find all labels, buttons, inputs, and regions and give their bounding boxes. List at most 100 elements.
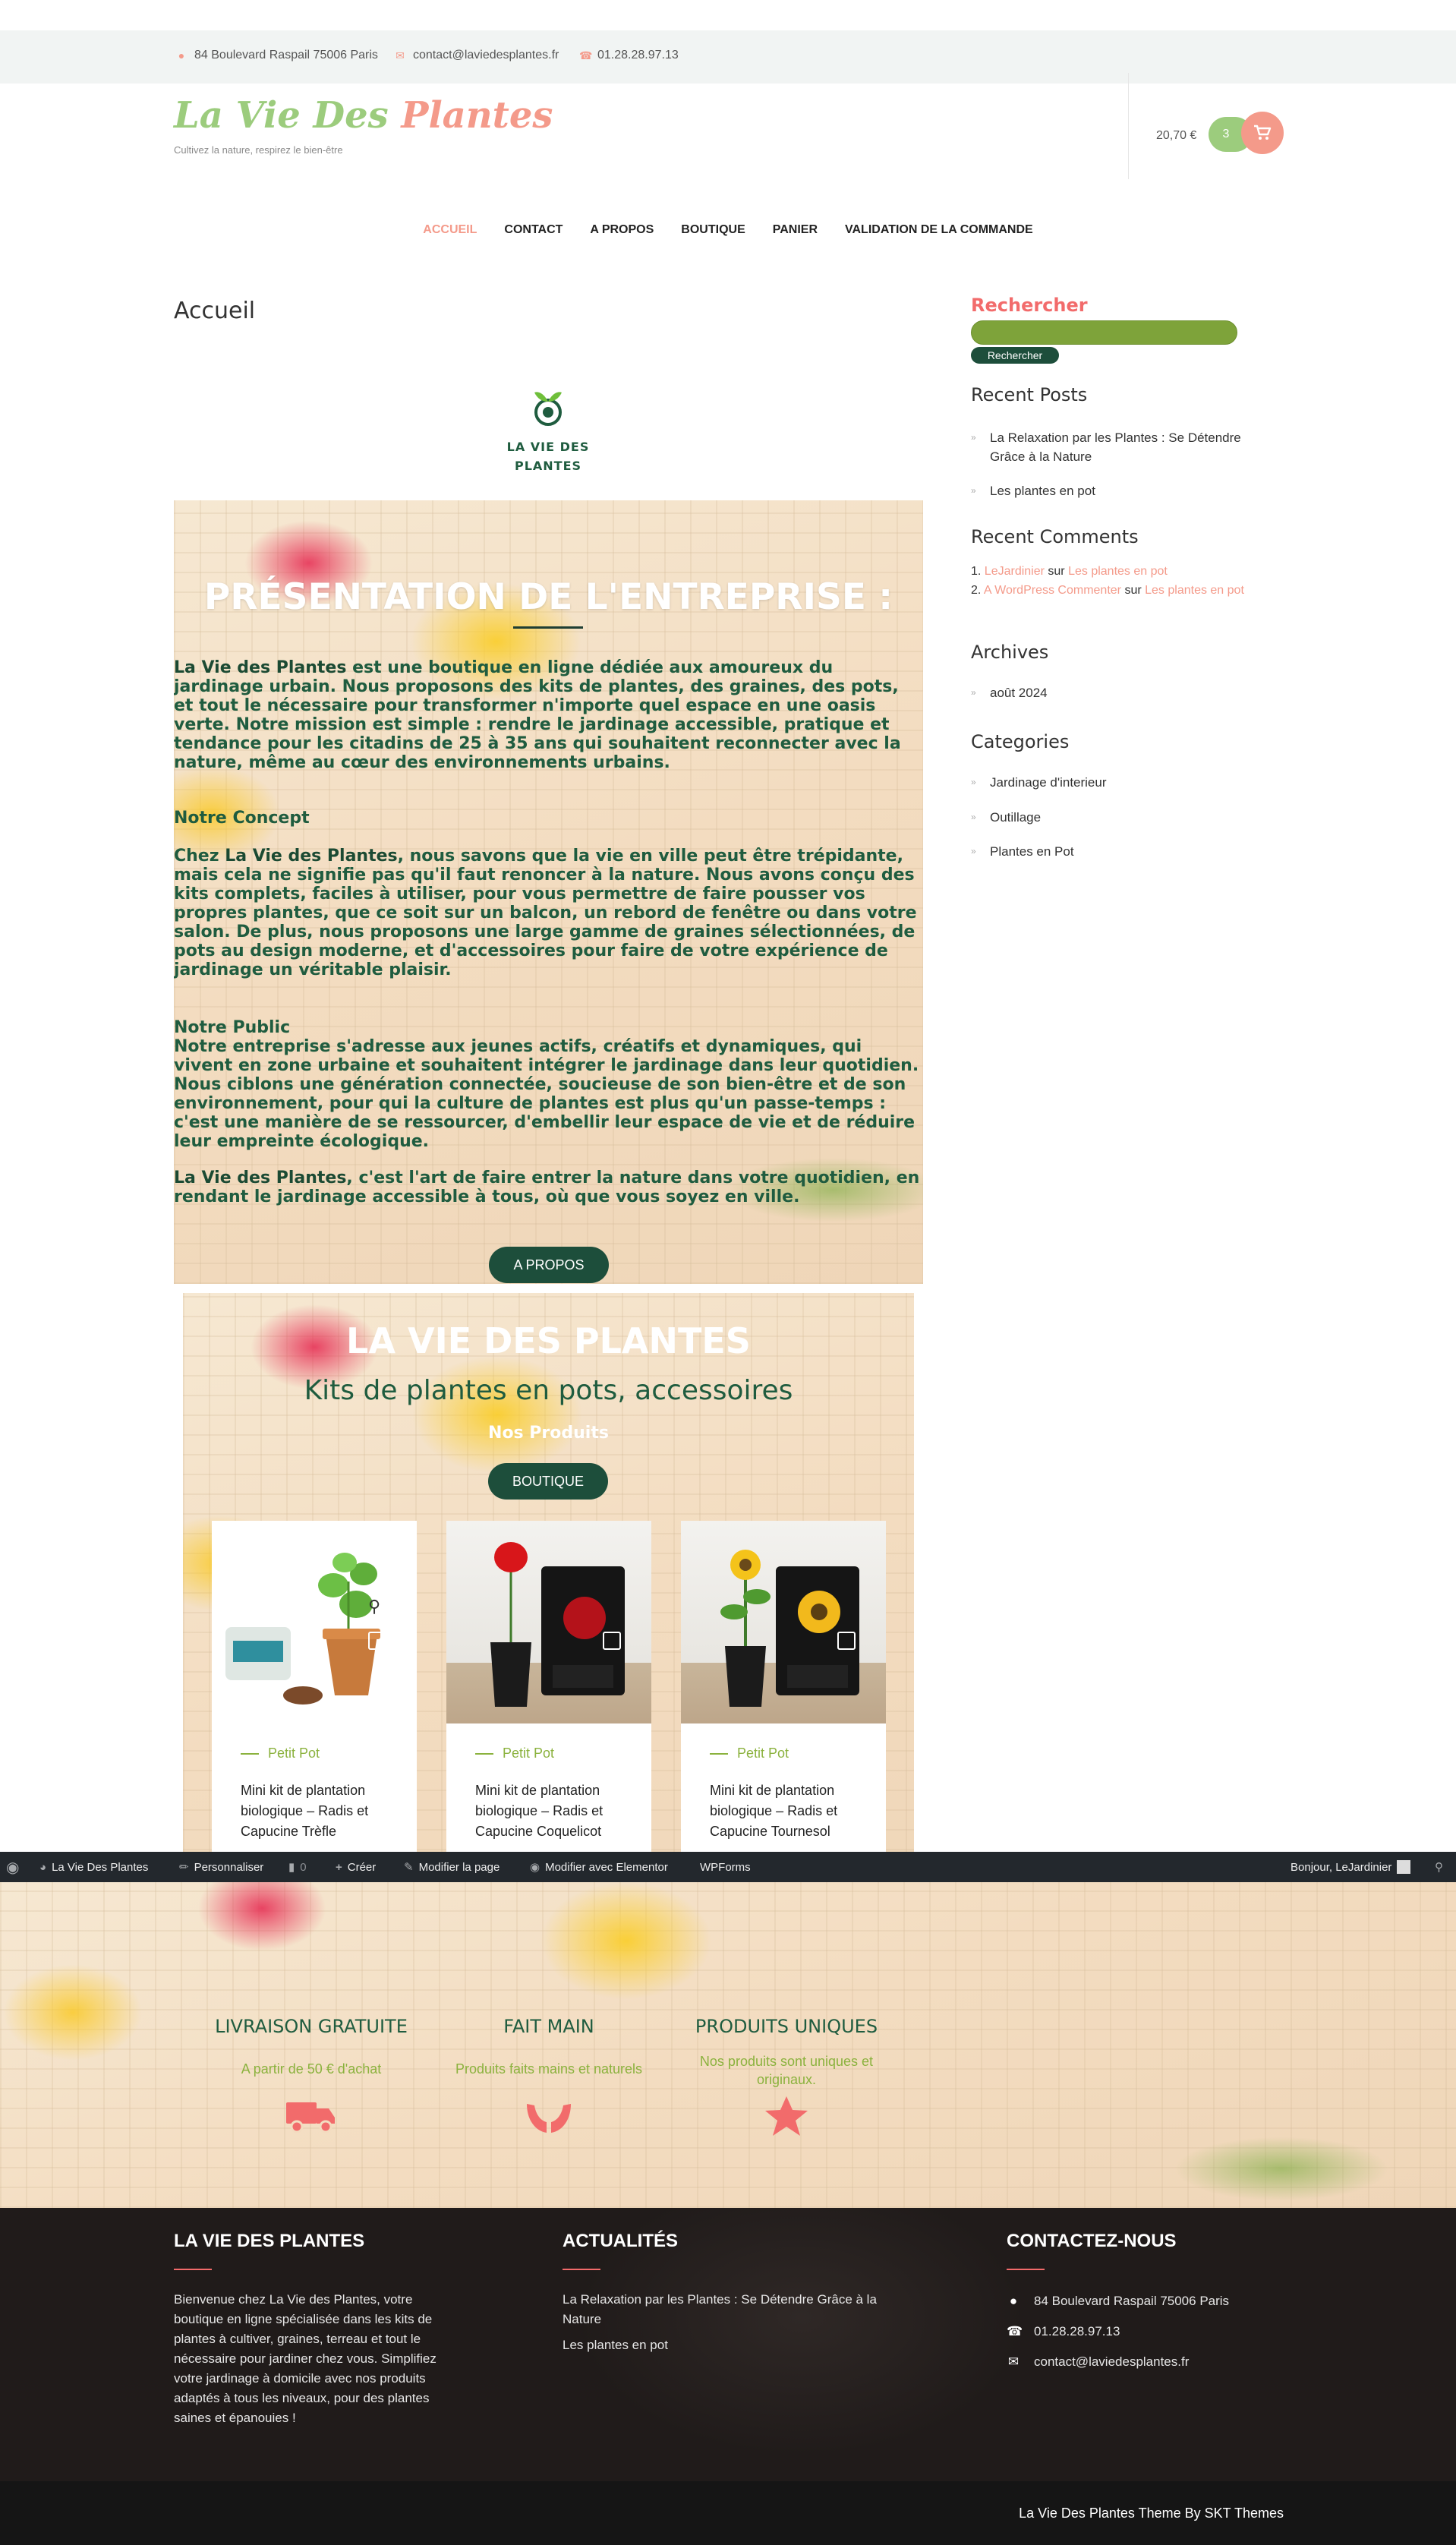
theme-credit[interactable]: La Vie Des Plantes Theme By SKT Themes [1019, 2506, 1284, 2521]
admin-search-icon[interactable]: ⚲ [1435, 1852, 1443, 1882]
phone-icon: ☎ [1007, 2324, 1023, 2338]
star-icon [765, 2096, 808, 2136]
feature-handmade: FAIT MAIN Produits faits mains et nature… [443, 2016, 655, 2140]
nav-a-propos[interactable]: A PROPOS [576, 223, 667, 237]
nav-panier[interactable]: PANIER [759, 223, 831, 237]
recent-comments-title: Recent Comments [971, 526, 1139, 547]
add-to-cart-icon[interactable] [603, 1632, 621, 1650]
category-dash [241, 1752, 259, 1755]
footer-title-underline [563, 2269, 600, 2270]
category-dash [475, 1752, 493, 1755]
brush-icon: ✏ [179, 1861, 189, 1874]
cart-total[interactable]: 20,70 € [1156, 129, 1196, 143]
concept-paragraph: Chez La Vie des Plantes, nous savons que… [174, 847, 917, 979]
footer-title-underline [1007, 2269, 1045, 2270]
nav-validation-commande[interactable]: VALIDATION DE LA COMMANDE [831, 223, 1047, 237]
product-image [490, 1542, 625, 1707]
page-title: Accueil [174, 298, 256, 324]
site-tagline: Cultivez la nature, respirez le bien-êtr… [174, 144, 343, 156]
cart-button[interactable] [1241, 112, 1284, 154]
admin-edit-page[interactable]: ✎ Modifier la page [404, 1852, 500, 1882]
archive-link[interactable]: » août 2024 [971, 683, 1048, 702]
product-category[interactable]: Petit Pot [475, 1746, 554, 1761]
recent-posts-title: Recent Posts [971, 384, 1088, 405]
category-dash [710, 1752, 728, 1755]
admin-wpforms[interactable]: WPForms [700, 1852, 751, 1882]
footer-title-underline [174, 2269, 212, 2270]
recent-comment-item: 1. LeJardinier sur Les plantes en pot [971, 565, 1168, 578]
wp-logo-icon[interactable]: ◉ [6, 1852, 19, 1882]
search-input[interactable] [971, 320, 1237, 345]
footer-about-title: LA VIE DES PLANTES [174, 2231, 365, 2251]
product-title[interactable]: Mini kit de plantation biologique – Radi… [241, 1780, 400, 1842]
chevron-right-icon: » [971, 846, 976, 856]
product-image-tournesol[interactable] [681, 1521, 886, 1723]
topbar-email[interactable]: ✉ contact@laviedesplantes.fr [395, 49, 559, 62]
chevron-right-icon: » [971, 485, 976, 496]
feature-free-delivery: LIVRAISON GRATUITE A partir de 50 € d'ac… [213, 2016, 410, 2140]
concept-title: Notre Concept [174, 809, 310, 828]
recent-post-link[interactable]: » La Relaxation par les Plantes : Se Déte… [971, 428, 1252, 466]
site-logo[interactable]: La Vie Des Plantes [174, 94, 553, 137]
admin-account[interactable]: Bonjour, LeJardinier [1291, 1852, 1411, 1882]
categories-title: Categories [971, 731, 1070, 752]
category-link[interactable]: » Plantes en Pot [971, 842, 1074, 861]
nav-accueil[interactable]: ACCUEIL [409, 223, 490, 237]
heading-underline [513, 626, 583, 629]
product-title[interactable]: Mini kit de plantation biologique – Radi… [475, 1780, 635, 1842]
product-image-trefle[interactable]: ⚲ [212, 1521, 417, 1723]
boutique-button[interactable]: BOUTIQUE [488, 1463, 608, 1500]
recent-comment-item: 2. A WordPress Commenter sur Les plantes… [971, 584, 1244, 597]
search-button[interactable]: Rechercher [971, 347, 1059, 364]
product-category[interactable]: Petit Pot [710, 1746, 789, 1761]
public-paragraph: Notre entreprise s'adresse aux jeunes ac… [174, 1037, 919, 1151]
a-propos-button[interactable]: A PROPOS [489, 1247, 609, 1283]
chevron-right-icon: » [971, 687, 976, 698]
site-footer: LA VIE DES PLANTES Bienvenue chez La Vie… [0, 2208, 1456, 2481]
chevron-right-icon: » [971, 777, 976, 787]
add-to-cart-icon[interactable] [368, 1632, 386, 1650]
footer-news-link[interactable]: Les plantes en pot [563, 2335, 668, 2355]
map-pin-icon: ● [178, 49, 185, 61]
search-widget-title: Rechercher [971, 295, 1088, 316]
footer-about-text: Bienvenue chez La Vie des Plantes, votre… [174, 2292, 436, 2425]
admin-comments[interactable]: ▮ 0 [288, 1852, 307, 1882]
pencil-icon: ✎ [404, 1861, 414, 1874]
product-title[interactable]: Mini kit de plantation biologique – Radi… [710, 1780, 869, 1842]
feature-unique-products: PRODUITS UNIQUES Nos produits sont uniqu… [680, 2016, 893, 2141]
public-title: Notre Public [174, 1018, 291, 1037]
footer-email[interactable]: ✉ contact@laviedesplantes.fr [1007, 2352, 1190, 2372]
add-to-cart-icon[interactable] [837, 1632, 856, 1650]
hands-icon [527, 2104, 571, 2133]
main-nav: ACCUEIL CONTACT A PROPOS BOUTIQUE PANIER… [0, 223, 1456, 237]
mail-icon: ✉ [396, 49, 405, 61]
nav-boutique[interactable]: BOUTIQUE [667, 223, 758, 237]
admin-customize[interactable]: ✏ Personnaliser [179, 1852, 263, 1882]
presentation-heading: PRÉSENTATION DE L'ENTREPRISE : [203, 576, 893, 618]
header-divider [1128, 73, 1129, 179]
nav-contact[interactable]: CONTACT [490, 223, 576, 237]
phone-icon: ☎ [579, 49, 593, 61]
products-title: LA VIE DES PLANTES [346, 1320, 751, 1361]
footer-news-link[interactable]: La Relaxation par les Plantes : Se Déten… [563, 2290, 897, 2329]
category-link[interactable]: » Jardinage d'interieur [971, 773, 1107, 792]
comment-icon: ▮ [288, 1861, 295, 1874]
recent-post-link[interactable]: » Les plantes en pot [971, 481, 1095, 500]
admin-create[interactable]: + Créer [336, 1852, 376, 1882]
topbar-address: ● 84 Boulevard Raspail 75006 Paris [176, 49, 378, 62]
product-image [720, 1550, 859, 1707]
product-image [225, 1553, 380, 1705]
product-category[interactable]: Petit Pot [241, 1746, 320, 1761]
admin-edit-elementor[interactable]: ◉ Modifier avec Elementor [530, 1852, 668, 1882]
category-link[interactable]: » Outillage [971, 808, 1041, 827]
topbar-phone: ☎ 01.28.28.97.13 [579, 49, 679, 61]
our-products-label: Nos Produits [488, 1424, 609, 1443]
admin-site-link[interactable]: ◕ La Vie Des Plantes [39, 1852, 148, 1882]
product-image-coquelicot[interactable] [446, 1521, 651, 1723]
sprout-logo-icon [534, 392, 562, 426]
top-info-bar: ● 84 Boulevard Raspail 75006 Paris ✉ con… [0, 30, 1456, 84]
avatar [1397, 1860, 1411, 1874]
features-section: LIVRAISON GRATUITE A partir de 50 € d'ac… [0, 1882, 1456, 2208]
zoom-icon[interactable]: ⚲ [368, 1597, 380, 1616]
company-presentation-section: PRÉSENTATION DE L'ENTREPRISE : La Vie de… [174, 500, 923, 1284]
